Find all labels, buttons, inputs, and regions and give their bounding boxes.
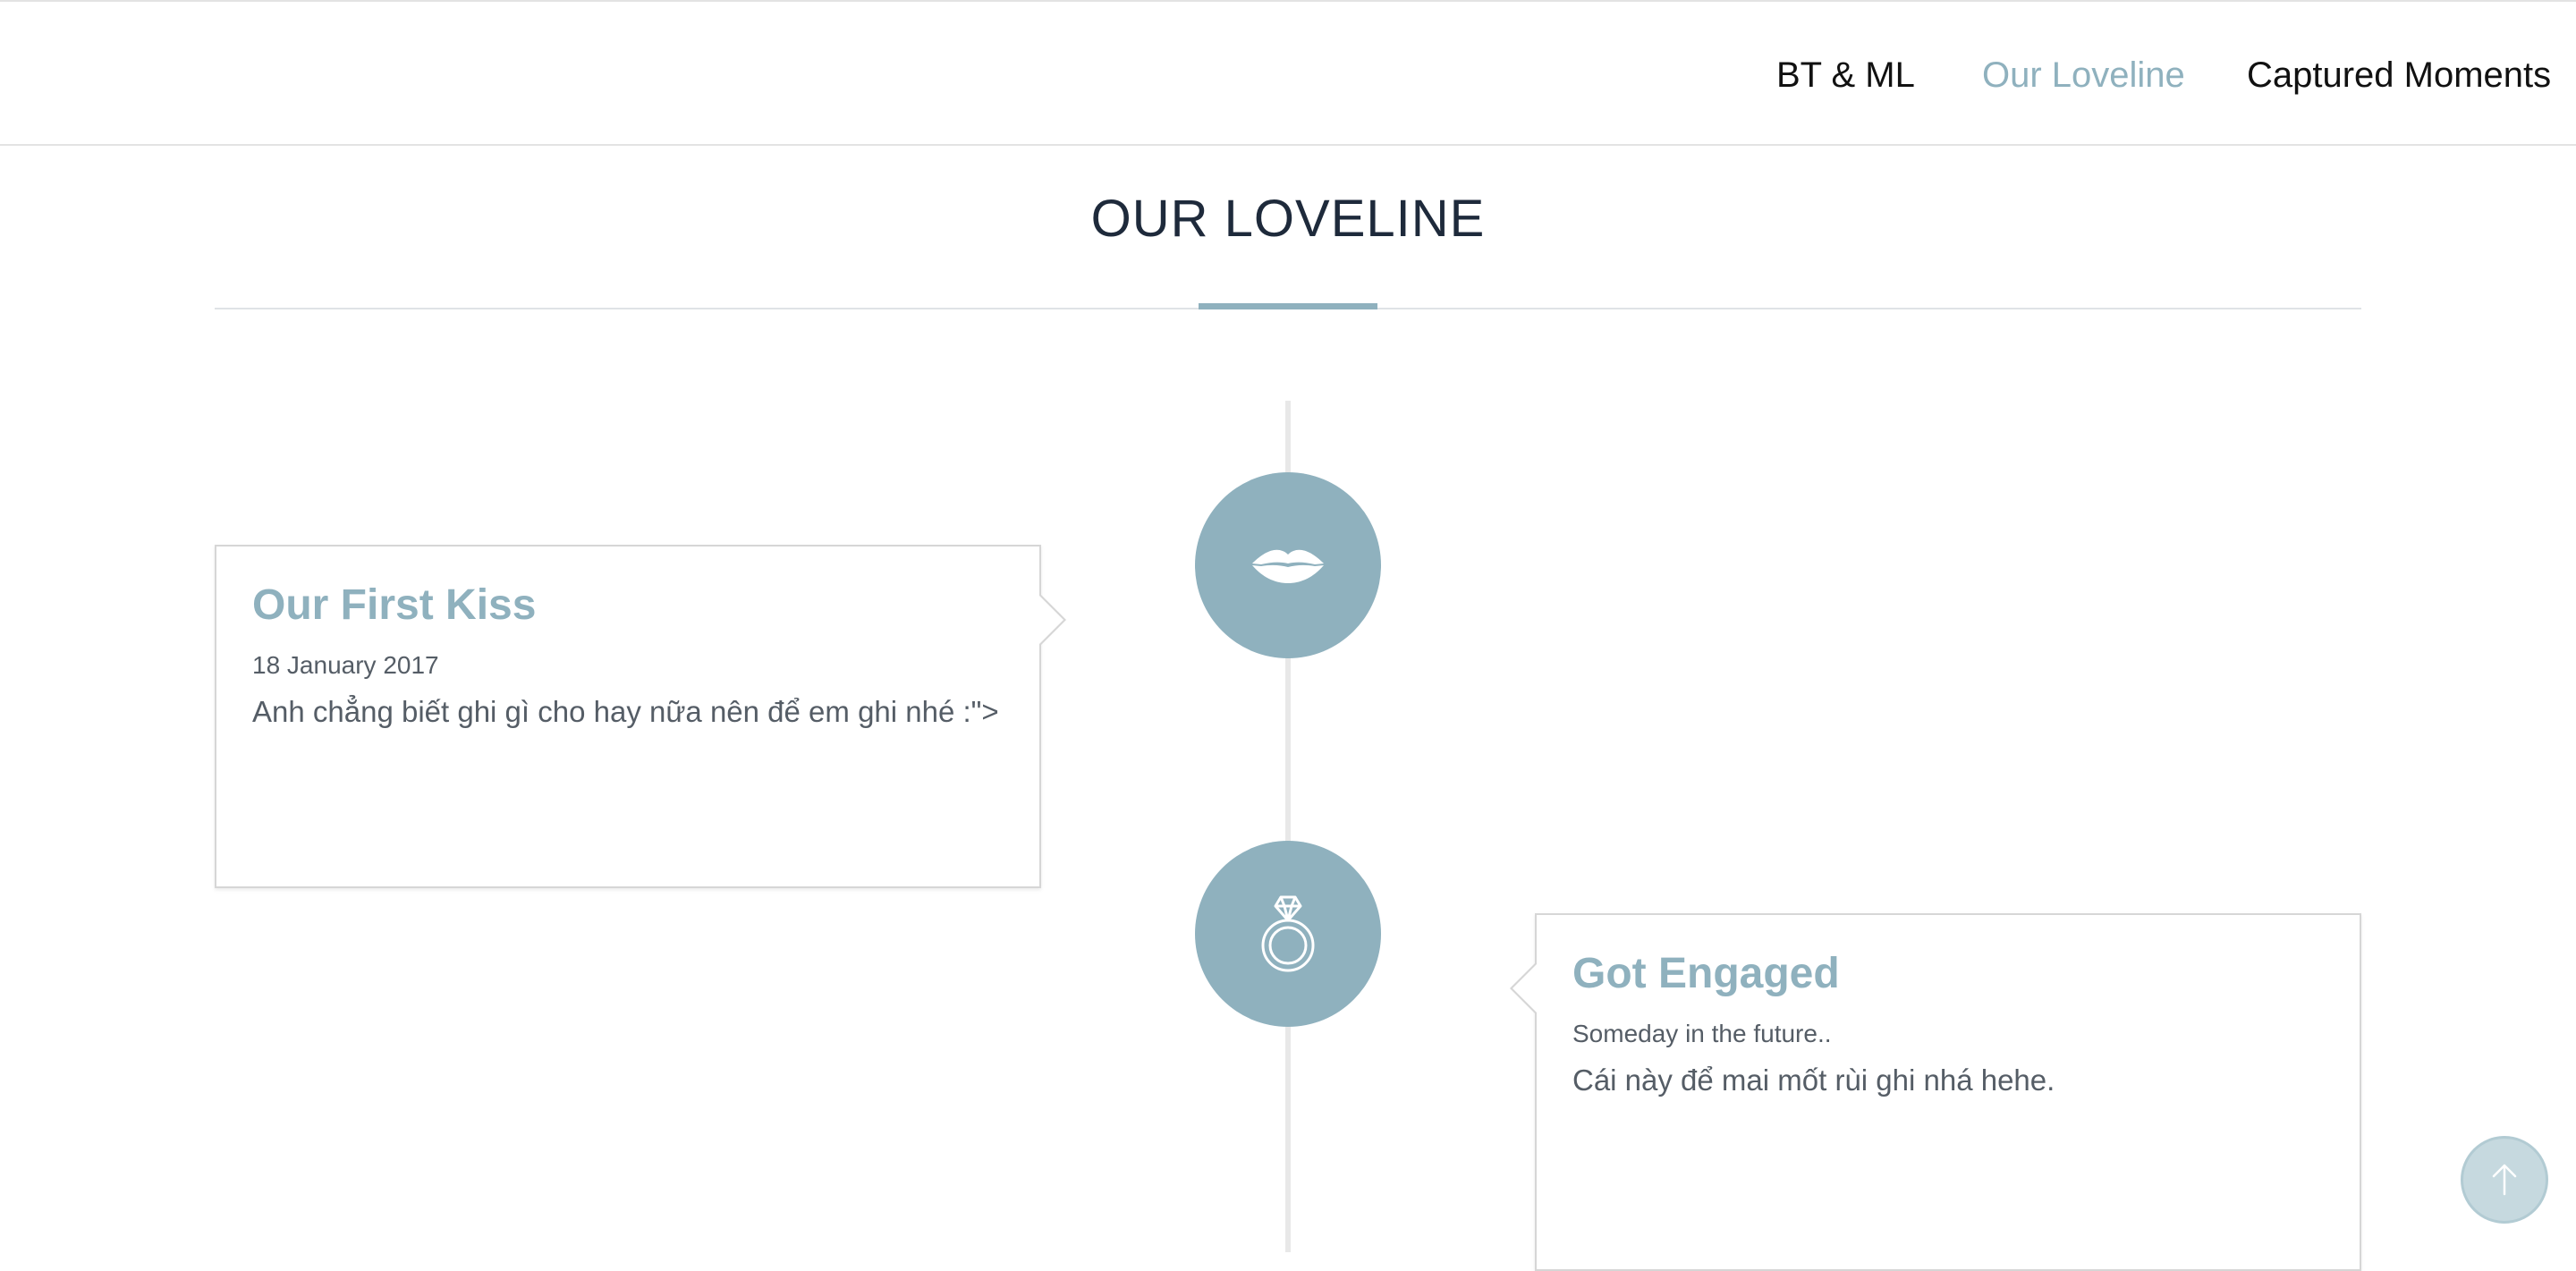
top-navbar: BT & ML Our Loveline Captured Moments xyxy=(0,0,2576,146)
event-description: Cái này để mai mốt rùi ghi nhá hehe. xyxy=(1572,1063,2055,1097)
timeline-card-got-engaged: Got Engaged Someday in the future.. Cái … xyxy=(1510,913,2361,1271)
card-pointer xyxy=(1038,593,1066,647)
timeline-marker-first-kiss xyxy=(1195,472,1381,658)
lips-icon xyxy=(1252,549,1324,583)
event-title: Got Engaged xyxy=(1572,950,1840,997)
nav-item-captured-moments[interactable]: Captured Moments xyxy=(2247,54,2551,97)
section-divider-accent xyxy=(1199,303,1377,309)
timeline-card-first-kiss: Our First Kiss 18 January 2017 Anh chẳng… xyxy=(215,545,1066,888)
timeline-marker-got-engaged xyxy=(1195,841,1381,1027)
back-to-top-button[interactable] xyxy=(2461,1136,2548,1224)
arrow-up-icon xyxy=(2492,1164,2517,1196)
section-title: OUR LOVELINE xyxy=(1090,190,1486,248)
card-pointer xyxy=(1510,962,1538,1015)
event-date: 18 January 2017 xyxy=(252,651,439,679)
ring-icon xyxy=(1261,895,1315,972)
nav-item-our-loveline[interactable]: Our Loveline xyxy=(1982,54,2185,97)
nav-item-bt-ml[interactable]: BT & ML xyxy=(1776,54,1915,97)
event-title: Our First Kiss xyxy=(252,581,537,629)
event-description: Anh chẳng biết ghi gì cho hay nữa nên để… xyxy=(252,695,999,728)
event-date: Someday in the future.. xyxy=(1572,1020,1832,1047)
